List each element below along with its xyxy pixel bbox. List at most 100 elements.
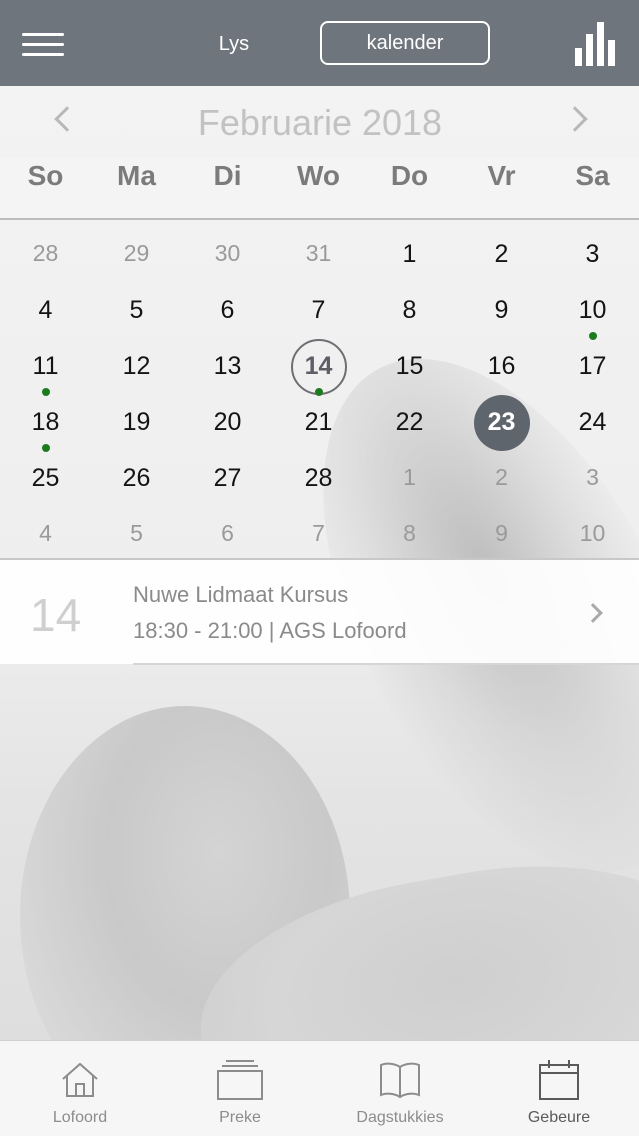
day-number: 6 [221,520,234,546]
day-cell[interactable]: 6 [182,284,273,340]
day-cell[interactable]: 28 [0,228,91,284]
day-number: 11 [32,352,59,380]
day-cell[interactable]: 27 [182,452,273,508]
event-time-location: 18:30 - 21:00 | AGS Lofoord [133,618,407,643]
chevron-left-icon [54,106,80,132]
day-cell-selected[interactable]: 23 [456,395,547,452]
weekday-label: Do [390,160,429,191]
day-cell[interactable]: 29 [91,228,182,284]
day-cell[interactable]: 8 [364,508,455,564]
day-number: 13 [213,352,242,380]
day-number: 8 [402,296,417,324]
tab-label: Gebeure [527,1109,591,1126]
day-cell[interactable]: 21 [273,396,364,452]
day-cell[interactable]: 4 [0,284,91,340]
home-icon [62,1062,98,1097]
next-month-button[interactable] [562,104,588,134]
day-cell[interactable]: 22 [364,396,455,452]
tab-label: Dagstukkies [356,1109,444,1126]
day-cell[interactable]: 24 [547,396,638,452]
day-cell[interactable]: 8 [364,284,455,340]
day-cell[interactable]: 20 [182,396,273,452]
day-number: 23 [487,408,516,436]
day-number: 17 [578,352,607,380]
day-number: 26 [122,464,151,492]
day-cell[interactable]: 5 [91,284,182,340]
day-cell[interactable]: 10 [547,284,638,340]
day-cell[interactable]: 16 [456,340,547,396]
day-cell[interactable]: 1 [364,452,455,508]
event-list-item[interactable]: 14 Nuwe Lidmaat Kursus 18:30 - 21:00 | A… [0,560,639,664]
day-number: 3 [585,240,600,268]
day-cell-today[interactable]: 14 [273,339,364,396]
day-cell[interactable]: 10 [547,508,638,564]
month-title: Februarie 2018 [197,102,443,143]
day-number: 29 [123,240,150,266]
day-number: 1 [403,464,416,490]
day-cell[interactable]: 9 [456,508,547,564]
list-view-tab[interactable]: Lys [196,22,272,66]
day-number: 3 [586,464,599,490]
event-dot [589,332,597,340]
tab-lofoord[interactable]: Lofoord [0,1041,160,1136]
day-number: 20 [213,408,242,436]
weekday-label: Ma [117,160,156,191]
event-dot [315,388,323,396]
tab-label: Preke [219,1109,261,1126]
day-number: 7 [312,520,325,546]
event-dot [42,444,50,452]
day-cell[interactable]: 31 [273,228,364,284]
weekday-label: Wo [296,160,341,191]
day-number: 30 [214,240,241,266]
day-number: 28 [32,240,59,266]
day-cell[interactable]: 28 [273,452,364,508]
day-cell[interactable]: 12 [91,340,182,396]
calendar-icon [539,1060,579,1100]
day-cell[interactable]: 6 [182,508,273,564]
day-number: 5 [129,296,144,324]
tab-dagstukkies[interactable]: Dagstukkies [320,1041,480,1136]
chevron-right-icon [583,603,603,623]
day-cell[interactable]: 3 [547,452,638,508]
day-cell[interactable]: 1 [364,228,455,284]
day-cell[interactable]: 5 [91,508,182,564]
day-cell[interactable]: 18 [0,396,91,452]
day-cell[interactable]: 7 [273,284,364,340]
day-cell[interactable]: 9 [456,284,547,340]
top-bar: Lys kalender [0,0,639,86]
day-number: 6 [220,296,235,324]
day-number: 4 [38,296,53,324]
day-cell[interactable]: 2 [456,452,547,508]
weekday-label: So [27,160,64,191]
weekday-label: Di [213,160,242,191]
bottom-tab-bar: Lofoord Preke Dagstukkies Gebeure [0,1040,639,1136]
day-cell[interactable]: 2 [456,228,547,284]
day-number: 9 [495,520,508,546]
day-number: 27 [213,464,242,492]
previous-month-button[interactable] [52,104,80,134]
day-cell[interactable]: 3 [547,228,638,284]
day-cell[interactable]: 11 [0,340,91,396]
day-number: 31 [305,240,332,266]
day-cell[interactable]: 19 [91,396,182,452]
day-number: 12 [122,352,151,380]
event-title: Nuwe Lidmaat Kursus [133,582,349,607]
tab-label: Lofoord [52,1109,108,1126]
day-cell[interactable]: 25 [0,452,91,508]
day-number: 18 [31,408,60,436]
day-cell[interactable]: 7 [273,508,364,564]
day-number: 5 [130,520,143,546]
tab-gebeure[interactable]: Gebeure [479,1041,639,1136]
day-cell[interactable]: 17 [547,340,638,396]
hamburger-menu-icon[interactable] [22,33,64,57]
day-number: 4 [39,520,52,546]
bar-chart-icon[interactable] [575,22,615,66]
day-cell[interactable]: 4 [0,508,91,564]
day-cell[interactable]: 13 [182,340,273,396]
weekday-header: So Ma Di Wo Do Vr Sa [0,158,639,220]
calendar-view-tab[interactable]: kalender [320,21,490,65]
tab-preke[interactable]: Preke [160,1041,320,1136]
day-cell[interactable]: 26 [91,452,182,508]
day-cell[interactable]: 30 [182,228,273,284]
day-cell[interactable]: 15 [364,340,455,396]
